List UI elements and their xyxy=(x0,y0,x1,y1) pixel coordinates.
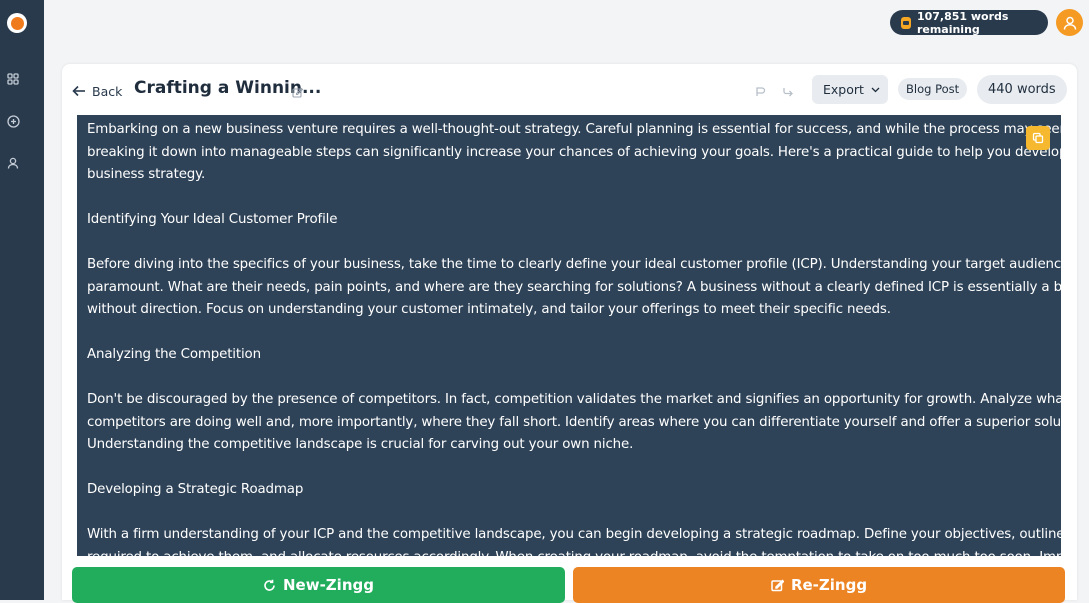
copy-icon xyxy=(1032,132,1044,144)
export-dropdown[interactable]: Export xyxy=(812,75,888,104)
user-icon[interactable] xyxy=(5,155,21,171)
edit-title-icon[interactable] xyxy=(292,83,304,102)
new-zingg-button[interactable]: New-Zingg xyxy=(72,567,565,603)
words-remaining-text: 107,851 words remaining xyxy=(916,9,1009,36)
editor-paragraph[interactable]: Embarking on a new business venture requ… xyxy=(87,119,1061,187)
undo-icon[interactable] xyxy=(754,82,766,101)
editor-text[interactable]: Embarking on a new business venture requ… xyxy=(87,119,1061,556)
editor-paragraph[interactable]: Developing a Strategic Roadmap xyxy=(87,479,1057,502)
content-type-badge: Blog Post xyxy=(898,78,968,100)
back-button[interactable]: Back xyxy=(72,82,122,100)
redo-icon[interactable] xyxy=(782,82,794,101)
re-zingg-button[interactable]: Re-Zingg xyxy=(573,567,1065,603)
refresh-icon xyxy=(264,579,275,591)
export-label: Export xyxy=(823,82,864,97)
word-count-badge: 440 words xyxy=(977,75,1067,104)
editor-paragraph[interactable]: With a firm understanding of your ICP an… xyxy=(87,524,1061,556)
wallet-icon xyxy=(901,16,911,29)
new-zingg-label: New-Zingg xyxy=(283,576,374,594)
editor-paragraph[interactable]: Analyzing the Competition xyxy=(87,344,1057,367)
plus-circle-icon[interactable] xyxy=(5,113,21,129)
chevron-down-icon xyxy=(871,87,880,92)
user-avatar[interactable] xyxy=(1056,9,1083,36)
arrow-left-icon xyxy=(72,85,85,97)
editor-paragraph[interactable]: Before diving into the specifics of your… xyxy=(87,254,1061,322)
editor-paragraph[interactable]: Don't be discouraged by the presence of … xyxy=(87,389,1061,457)
editor-paragraph[interactable]: Identifying Your Ideal Customer Profile xyxy=(87,209,1057,232)
sidebar xyxy=(0,0,44,600)
re-zingg-label: Re-Zingg xyxy=(790,576,868,594)
edit-icon xyxy=(771,578,784,591)
words-remaining-badge[interactable]: 107,851 words remaining xyxy=(890,9,1048,36)
app-logo[interactable] xyxy=(7,13,27,33)
back-label: Back xyxy=(92,83,123,99)
grid-icon[interactable] xyxy=(5,71,21,87)
copy-button[interactable] xyxy=(1026,126,1050,150)
content-editor[interactable]: Embarking on a new business venture requ… xyxy=(77,115,1061,556)
